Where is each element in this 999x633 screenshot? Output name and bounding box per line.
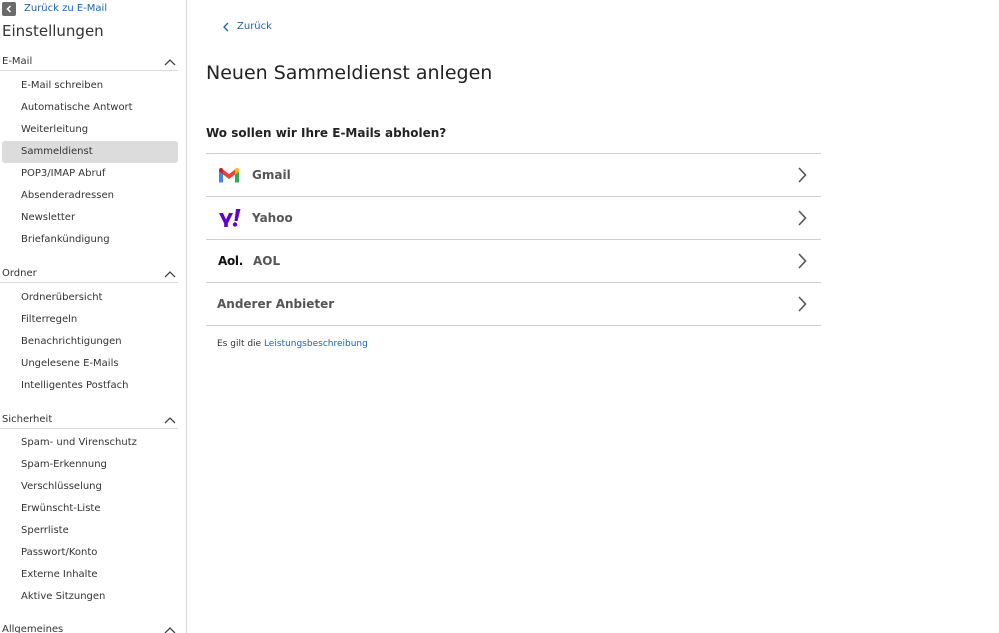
chevron-up-icon: [164, 416, 176, 423]
aol-logo-icon: Aol.: [218, 251, 246, 271]
chevron-up-icon: [164, 270, 176, 277]
chevron-right-icon: [798, 167, 807, 183]
section-label: Allgemeines: [2, 624, 64, 633]
section-header-allgemeines[interactable]: Allgemeines: [0, 621, 178, 633]
aol-logo-text: Aol.: [218, 254, 244, 268]
provider-other[interactable]: Anderer Anbieter: [206, 283, 821, 326]
sidebar-item-benachrichtigungen[interactable]: Benachrichtigungen: [2, 331, 178, 353]
back-to-email-label: Zurück zu E-Mail: [24, 3, 108, 14]
section-header-email[interactable]: E-Mail: [0, 53, 178, 71]
gmail-logo-icon: [218, 165, 242, 185]
yahoo-logo-icon: [218, 208, 242, 228]
chevron-up-icon: [164, 626, 176, 633]
section-ordner: Ordner Ordnerübersicht Filterregeln Bena…: [0, 265, 178, 397]
provider-list: Gmail Yahoo Aol. AOL Anderer Anbieter: [206, 153, 821, 326]
sidebar-item-newsletter[interactable]: Newsletter: [2, 207, 178, 229]
chevron-left-icon: [2, 1, 16, 16]
footer-prefix: Es gilt die: [217, 339, 264, 349]
section-header-sicherheit[interactable]: Sicherheit: [0, 411, 178, 429]
sidebar-item-sperrliste[interactable]: Sperrliste: [2, 520, 178, 542]
provider-label: Anderer Anbieter: [217, 297, 335, 311]
provider-label: Yahoo: [252, 211, 293, 225]
sidebar-item-aktive-sitzungen[interactable]: Aktive Sitzungen: [2, 586, 178, 608]
settings-sidebar: Zurück zu E-Mail Einstellungen E-Mail E-…: [0, 0, 187, 633]
chevron-left-icon: [223, 22, 229, 31]
sidebar-item-spam-erkennung[interactable]: Spam-Erkennung: [2, 454, 178, 476]
sidebar-item-intelligentes-postfach[interactable]: Intelligentes Postfach: [2, 375, 178, 397]
sidebar-item-filterregeln[interactable]: Filterregeln: [2, 309, 178, 331]
sidebar-item-spam-virenschutz[interactable]: Spam- und Virenschutz: [2, 432, 178, 454]
provider-label: Gmail: [252, 168, 291, 182]
chevron-up-icon: [164, 58, 176, 65]
page-title: Neuen Sammeldienst anlegen: [206, 62, 493, 84]
section-label: Ordner: [2, 268, 37, 279]
back-link[interactable]: Zurück: [222, 21, 272, 32]
sidebar-item-erwuenscht-liste[interactable]: Erwünscht-Liste: [2, 498, 178, 520]
provider-label: AOL: [253, 254, 281, 268]
sidebar-item-sammeldienst[interactable]: Sammeldienst: [2, 141, 178, 163]
chevron-right-icon: [798, 296, 807, 312]
sidebar-item-email-schreiben[interactable]: E-Mail schreiben: [2, 75, 178, 97]
section-label: E-Mail: [2, 56, 33, 67]
section-header-ordner[interactable]: Ordner: [0, 265, 178, 283]
section-allgemeines: Allgemeines: [0, 621, 178, 633]
sidebar-item-weiterleitung[interactable]: Weiterleitung: [2, 119, 178, 141]
sidebar-title: Einstellungen: [2, 22, 104, 40]
sidebar-item-ungelesene-emails[interactable]: Ungelesene E-Mails: [2, 353, 178, 375]
sidebar-item-briefankuendigung[interactable]: Briefankündigung: [2, 229, 178, 251]
back-label: Zurück: [237, 21, 272, 32]
provider-yahoo[interactable]: Yahoo: [206, 197, 821, 240]
sidebar-item-externe-inhalte[interactable]: Externe Inhalte: [2, 564, 178, 586]
section-label: Sicherheit: [2, 414, 53, 425]
leistungsbeschreibung-link[interactable]: Leistungsbeschreibung: [264, 339, 368, 349]
chevron-right-icon: [798, 253, 807, 269]
sidebar-item-verschluesselung[interactable]: Verschlüsselung: [2, 476, 178, 498]
section-sicherheit: Sicherheit Spam- und Virenschutz Spam-Er…: [0, 411, 178, 608]
footer-note: Es gilt die Leistungsbeschreibung: [217, 339, 368, 349]
provider-gmail[interactable]: Gmail: [206, 154, 821, 197]
sidebar-item-ordneruebersicht[interactable]: Ordnerübersicht: [2, 287, 178, 309]
chevron-right-icon: [798, 210, 807, 226]
sidebar-item-automatische-antwort[interactable]: Automatische Antwort: [2, 97, 178, 119]
sidebar-item-absenderadressen[interactable]: Absenderadressen: [2, 185, 178, 207]
sidebar-item-pop3-imap[interactable]: POP3/IMAP Abruf: [2, 163, 178, 185]
provider-question: Wo sollen wir Ihre E-Mails abholen?: [206, 126, 447, 140]
provider-aol[interactable]: Aol. AOL: [206, 240, 821, 283]
section-email: E-Mail E-Mail schreiben Automatische Ant…: [0, 53, 178, 251]
sidebar-item-passwort-konto[interactable]: Passwort/Konto: [2, 542, 178, 564]
back-to-email-link[interactable]: Zurück zu E-Mail: [2, 1, 107, 16]
